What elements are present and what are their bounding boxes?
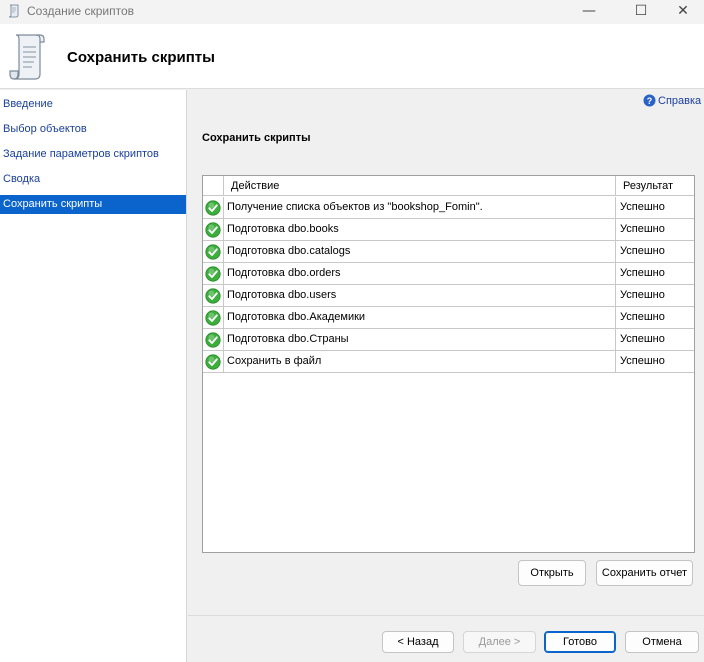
window-title: Создание скриптов bbox=[27, 4, 134, 18]
status-cell bbox=[203, 219, 224, 240]
main-content: ? Справка Сохранить скрипты Действие Рез… bbox=[188, 90, 704, 662]
grid-header: Действие Результат bbox=[203, 176, 694, 196]
section-title: Сохранить скрипты bbox=[202, 132, 311, 144]
column-header-action[interactable]: Действие bbox=[231, 180, 279, 192]
result-cell: Успешно bbox=[615, 285, 694, 306]
action-cell: Сохранить в файл bbox=[227, 355, 322, 367]
success-check-icon bbox=[205, 332, 221, 348]
result-cell: Успешно bbox=[615, 241, 694, 262]
nav-item-script-options[interactable]: Задание параметров скриптов bbox=[0, 145, 186, 164]
status-cell bbox=[203, 351, 224, 372]
table-row[interactable]: Получение списка объектов из "bookshop_F… bbox=[203, 197, 694, 219]
maximize-button[interactable]: ☐ bbox=[618, 0, 664, 24]
success-check-icon bbox=[205, 222, 221, 238]
wizard-nav: Введение Выбор объектов Задание параметр… bbox=[0, 90, 187, 662]
nav-item-save-scripts[interactable]: Сохранить скрипты bbox=[0, 195, 186, 214]
result-cell: Успешно bbox=[615, 263, 694, 284]
table-row[interactable]: Подготовка dbo.Академики Успешно bbox=[203, 307, 694, 329]
status-cell bbox=[203, 329, 224, 350]
table-row[interactable]: Подготовка dbo.orders Успешно bbox=[203, 263, 694, 285]
next-button[interactable]: Далее > bbox=[463, 631, 536, 653]
status-cell bbox=[203, 197, 224, 218]
close-button[interactable]: ✕ bbox=[660, 0, 704, 24]
action-cell: Подготовка dbo.books bbox=[227, 223, 339, 235]
table-row[interactable]: Подготовка dbo.users Успешно bbox=[203, 285, 694, 307]
status-cell bbox=[203, 307, 224, 328]
help-link[interactable]: ? Справка bbox=[643, 94, 701, 107]
script-scroll-icon bbox=[8, 4, 19, 18]
nav-item-select-objects[interactable]: Выбор объектов bbox=[0, 120, 186, 139]
page-header: Сохранить скрипты bbox=[0, 24, 704, 89]
script-scroll-icon bbox=[9, 34, 45, 80]
result-cell: Успешно bbox=[615, 351, 694, 372]
action-cell: Получение списка объектов из "bookshop_F… bbox=[227, 201, 483, 213]
column-header-result[interactable]: Результат bbox=[615, 176, 694, 196]
success-check-icon bbox=[205, 244, 221, 260]
title-bar: Создание скриптов — ☐ ✕ bbox=[0, 0, 704, 24]
back-button[interactable]: < Назад bbox=[382, 631, 454, 653]
success-check-icon bbox=[205, 310, 221, 326]
result-cell: Успешно bbox=[615, 197, 694, 218]
status-cell bbox=[203, 241, 224, 262]
nav-item-intro[interactable]: Введение bbox=[0, 95, 186, 114]
result-cell: Успешно bbox=[615, 329, 694, 350]
grid-header-icon-cell bbox=[203, 176, 224, 196]
action-cell: Подготовка dbo.Страны bbox=[227, 333, 349, 345]
result-cell: Успешно bbox=[615, 219, 694, 240]
action-cell: Подготовка dbo.orders bbox=[227, 267, 341, 279]
nav-item-summary[interactable]: Сводка bbox=[0, 170, 186, 189]
status-cell bbox=[203, 263, 224, 284]
table-row[interactable]: Подготовка dbo.catalogs Успешно bbox=[203, 241, 694, 263]
action-cell: Подготовка dbo.Академики bbox=[227, 311, 366, 323]
success-check-icon bbox=[205, 354, 221, 370]
action-cell: Подготовка dbo.users bbox=[227, 289, 337, 301]
results-grid: Действие Результат Получение списка объе… bbox=[202, 175, 695, 553]
page-title: Сохранить скрипты bbox=[67, 49, 215, 66]
result-cell: Успешно bbox=[615, 307, 694, 328]
table-row[interactable]: Сохранить в файл Успешно bbox=[203, 351, 694, 373]
success-check-icon bbox=[205, 200, 221, 216]
minimize-button[interactable]: — bbox=[566, 0, 612, 24]
status-cell bbox=[203, 285, 224, 306]
cancel-button[interactable]: Отмена bbox=[625, 631, 699, 653]
svg-text:?: ? bbox=[647, 96, 653, 106]
save-report-button[interactable]: Сохранить отчет bbox=[596, 560, 693, 586]
action-cell: Подготовка dbo.catalogs bbox=[227, 245, 351, 257]
help-icon: ? bbox=[643, 94, 656, 107]
footer-divider bbox=[188, 615, 704, 616]
finish-button[interactable]: Готово bbox=[544, 631, 616, 653]
open-button[interactable]: Открыть bbox=[518, 560, 586, 586]
success-check-icon bbox=[205, 288, 221, 304]
success-check-icon bbox=[205, 266, 221, 282]
table-row[interactable]: Подготовка dbo.Страны Успешно bbox=[203, 329, 694, 351]
help-label: Справка bbox=[658, 94, 702, 107]
table-row[interactable]: Подготовка dbo.books Успешно bbox=[203, 219, 694, 241]
